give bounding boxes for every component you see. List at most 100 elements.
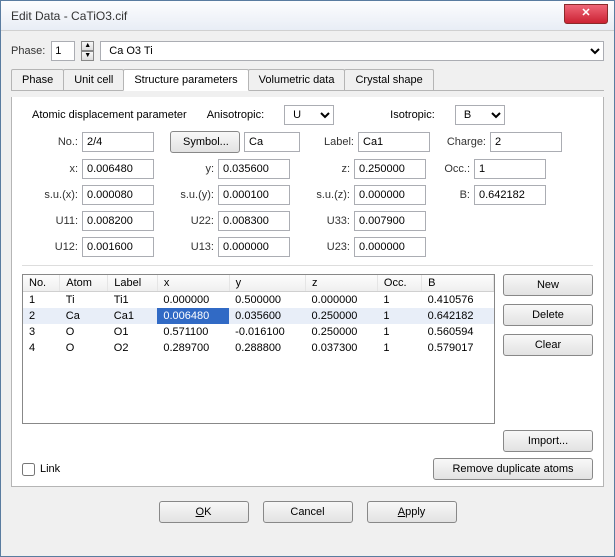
cancel-button[interactable]: Cancel (263, 501, 353, 523)
apply-button[interactable]: Apply (367, 501, 457, 523)
tab-crystal-shape[interactable]: Crystal shape (344, 69, 433, 90)
phase-spin-up[interactable]: ▲ (81, 41, 94, 51)
iso-combo[interactable]: B (455, 105, 505, 125)
y-field[interactable] (218, 159, 290, 179)
col-header[interactable]: Label (108, 275, 158, 292)
remove-duplicates-button[interactable]: Remove duplicate atoms (433, 458, 593, 480)
ok-button[interactable]: OK (159, 501, 249, 523)
phase-row: Phase: ▲ ▼ Ca O3 Ti (11, 41, 604, 61)
tab-phase[interactable]: Phase (11, 69, 64, 90)
table-row[interactable]: 4OO20.2897000.2888000.03730010.579017 (23, 340, 494, 356)
table-cell[interactable]: 0.560594 (422, 324, 494, 340)
u23-field[interactable] (354, 237, 426, 257)
delete-button[interactable]: Delete (503, 304, 593, 326)
table-cell[interactable]: 0.642182 (422, 308, 494, 324)
u11-field[interactable] (82, 211, 154, 231)
table-cell[interactable]: 3 (23, 324, 60, 340)
table-cell[interactable]: 1 (377, 324, 421, 340)
content-area: Phase: ▲ ▼ Ca O3 Ti Phase Unit cell Stru… (1, 31, 614, 556)
charge-label: Charge: (434, 136, 486, 148)
table-cell[interactable]: 0.000000 (157, 292, 229, 309)
table-cell[interactable]: O (60, 340, 108, 356)
dialog-window: Edit Data - CaTiO3.cif ✕ Phase: ▲ ▼ Ca O… (0, 0, 615, 557)
adp-label: Atomic displacement parameter (32, 109, 187, 121)
z-field[interactable] (354, 159, 426, 179)
table-cell[interactable]: Ca (60, 308, 108, 324)
tab-unit-cell[interactable]: Unit cell (63, 69, 124, 90)
table-cell[interactable]: 1 (377, 308, 421, 324)
phase-name-combo[interactable]: Ca O3 Ti (100, 41, 604, 61)
table-cell[interactable]: O2 (108, 340, 158, 356)
col-header[interactable]: x (157, 275, 229, 292)
no-field[interactable] (82, 132, 154, 152)
table-cell[interactable]: Ti1 (108, 292, 158, 309)
atom-table-wrap[interactable]: No.AtomLabelxyzOcc.B 1TiTi10.0000000.500… (22, 274, 495, 424)
link-checkbox[interactable] (22, 463, 35, 476)
u22-label: U22: (158, 215, 214, 227)
table-cell[interactable]: 0.250000 (306, 324, 378, 340)
table-cell[interactable]: O1 (108, 324, 158, 340)
import-button[interactable]: Import... (503, 430, 593, 452)
table-row[interactable]: 3OO10.571100-0.0161000.25000010.560594 (23, 324, 494, 340)
new-button[interactable]: New (503, 274, 593, 296)
tab-volumetric-data[interactable]: Volumetric data (248, 69, 346, 90)
close-button[interactable]: ✕ (564, 4, 608, 24)
tab-structure-parameters[interactable]: Structure parameters (123, 69, 248, 91)
table-cell[interactable]: 0.006480 (157, 308, 229, 324)
clear-button[interactable]: Clear (503, 334, 593, 356)
table-row[interactable]: 1TiTi10.0000000.5000000.00000010.410576 (23, 292, 494, 309)
table-row[interactable]: 2CaCa10.0064800.0356000.25000010.642182 (23, 308, 494, 324)
charge-field[interactable] (490, 132, 562, 152)
phase-spinner: ▲ ▼ (81, 41, 94, 61)
col-header[interactable]: z (306, 275, 378, 292)
atom-table: No.AtomLabelxyzOcc.B 1TiTi10.0000000.500… (23, 275, 494, 356)
table-cell[interactable]: 0.250000 (306, 308, 378, 324)
link-text: Link (40, 463, 60, 475)
col-header[interactable]: B (422, 275, 494, 292)
table-cell[interactable]: 0.035600 (229, 308, 305, 324)
table-cell[interactable]: 1 (377, 292, 421, 309)
tabs: Phase Unit cell Structure parameters Vol… (11, 69, 604, 91)
table-cell[interactable]: Ti (60, 292, 108, 309)
occ-field[interactable] (474, 159, 546, 179)
table-cell[interactable]: -0.016100 (229, 324, 305, 340)
col-header[interactable]: Atom (60, 275, 108, 292)
table-cell[interactable]: 0.289700 (157, 340, 229, 356)
b-label: B: (430, 189, 470, 201)
phase-spin-down[interactable]: ▼ (81, 51, 94, 61)
table-cell[interactable]: 1 (23, 292, 60, 309)
label-field[interactable] (358, 132, 430, 152)
table-cell[interactable]: O (60, 324, 108, 340)
table-cell[interactable]: 0.037300 (306, 340, 378, 356)
symbol-field[interactable] (244, 132, 300, 152)
table-cell[interactable]: 0.500000 (229, 292, 305, 309)
table-cell[interactable]: Ca1 (108, 308, 158, 324)
suz-field[interactable] (354, 185, 426, 205)
u12-field[interactable] (82, 237, 154, 257)
b-field[interactable] (474, 185, 546, 205)
u22-field[interactable] (218, 211, 290, 231)
col-header[interactable]: y (229, 275, 305, 292)
table-cell[interactable]: 0.579017 (422, 340, 494, 356)
divider (22, 265, 593, 266)
u33-field[interactable] (354, 211, 426, 231)
u13-field[interactable] (218, 237, 290, 257)
suy-field[interactable] (218, 185, 290, 205)
aniso-combo[interactable]: U (284, 105, 334, 125)
col-header[interactable]: No. (23, 275, 60, 292)
table-cell[interactable]: 4 (23, 340, 60, 356)
table-cell[interactable]: 1 (377, 340, 421, 356)
phase-number-input[interactable] (51, 41, 75, 61)
occ-label: Occ.: (430, 163, 470, 175)
table-cell[interactable]: 2 (23, 308, 60, 324)
table-cell[interactable]: 0.410576 (422, 292, 494, 309)
table-cell[interactable]: 0.288800 (229, 340, 305, 356)
link-checkbox-label[interactable]: Link (22, 463, 60, 476)
table-cell[interactable]: 0.571100 (157, 324, 229, 340)
col-header[interactable]: Occ. (377, 275, 421, 292)
sux-field[interactable] (82, 185, 154, 205)
symbol-button[interactable]: Symbol... (170, 131, 240, 153)
table-cell[interactable]: 0.000000 (306, 292, 378, 309)
u13-label: U13: (158, 241, 214, 253)
x-field[interactable] (82, 159, 154, 179)
